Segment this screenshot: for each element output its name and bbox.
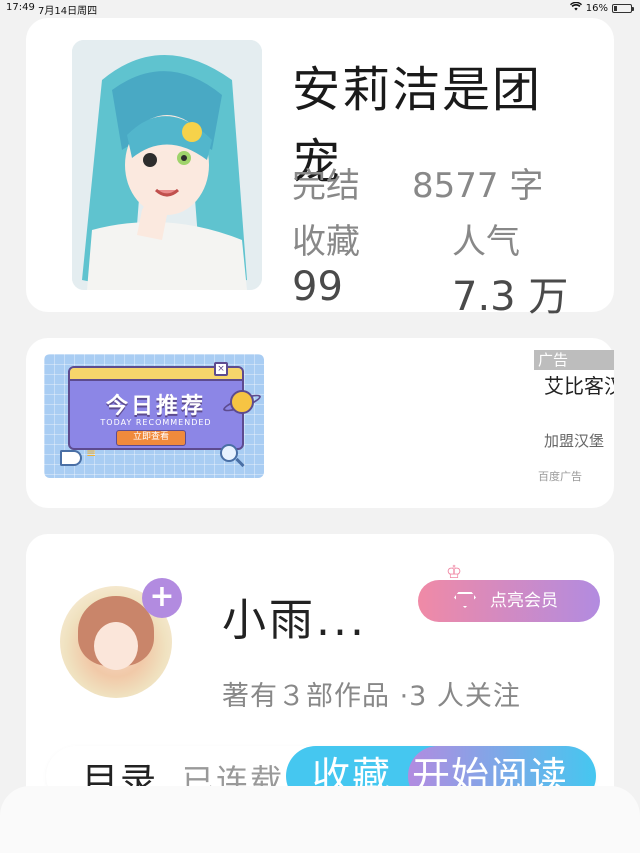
ad-description: 加盟汉堡 — [544, 432, 605, 450]
battery-icon — [612, 3, 634, 13]
ad-title[interactable]: 艾比客汉 — [544, 370, 614, 398]
wifi-icon — [569, 1, 582, 14]
ad-banner-button: 立即查看 — [116, 430, 186, 446]
ad-card[interactable]: × 今日推荐 TODAY RECOMMENDED 立即查看 ≡ 广告 艾比客汉 … — [26, 338, 614, 508]
megaphone-icon — [60, 450, 82, 466]
bottom-sheet — [0, 786, 640, 853]
author-info: 著有３部作品 ·3 人关注 — [222, 681, 521, 712]
book-info-card: 安莉洁是团宠 完结 8577 字 收藏 人气 99 7.3 万 — [26, 18, 614, 320]
book-status: 完结 — [292, 166, 360, 206]
ad-close-icon: × — [214, 362, 228, 376]
magnifier-handle-icon — [235, 457, 245, 468]
battery-percent: 16% — [585, 2, 608, 14]
book-cover-image[interactable] — [72, 40, 262, 290]
ad-source: 百度广告 — [538, 470, 582, 483]
ad-banner-headline: 今日推荐 — [105, 394, 206, 419]
follow-plus-button[interactable]: + — [142, 578, 182, 618]
status-bar: 17:49 7月14日周四 16% — [0, 0, 640, 17]
popularity-value: 7.3 万 — [452, 274, 569, 320]
vip-button[interactable]: 点亮会员 — [418, 580, 600, 622]
sound-rays-icon: ≡ — [86, 446, 97, 460]
ad-banner-subtitle: TODAY RECOMMENDED — [100, 418, 212, 427]
status-right: 16% — [569, 1, 634, 14]
popularity-label: 人气 — [452, 222, 520, 262]
favorites-label: 收藏 — [292, 222, 360, 262]
ad-window-graphic: × 今日推荐 TODAY RECOMMENDED 立即查看 — [68, 362, 244, 450]
vip-button-label: 点亮会员 — [490, 591, 558, 611]
battery-fill — [614, 5, 617, 11]
status-time: 17:49 — [6, 2, 35, 13]
ad-tag: 广告 — [534, 350, 614, 370]
diamond-icon — [454, 592, 476, 608]
planet-icon — [230, 390, 254, 414]
ad-banner-image[interactable]: × 今日推荐 TODAY RECOMMENDED 立即查看 ≡ — [44, 354, 264, 478]
author-name[interactable]: 小雨... — [222, 584, 367, 648]
status-date: 7月14日周四 — [38, 6, 98, 17]
avatar-face — [94, 622, 138, 670]
book-word-count: 8577 字 — [412, 166, 544, 206]
favorites-value: 99 — [292, 264, 343, 310]
